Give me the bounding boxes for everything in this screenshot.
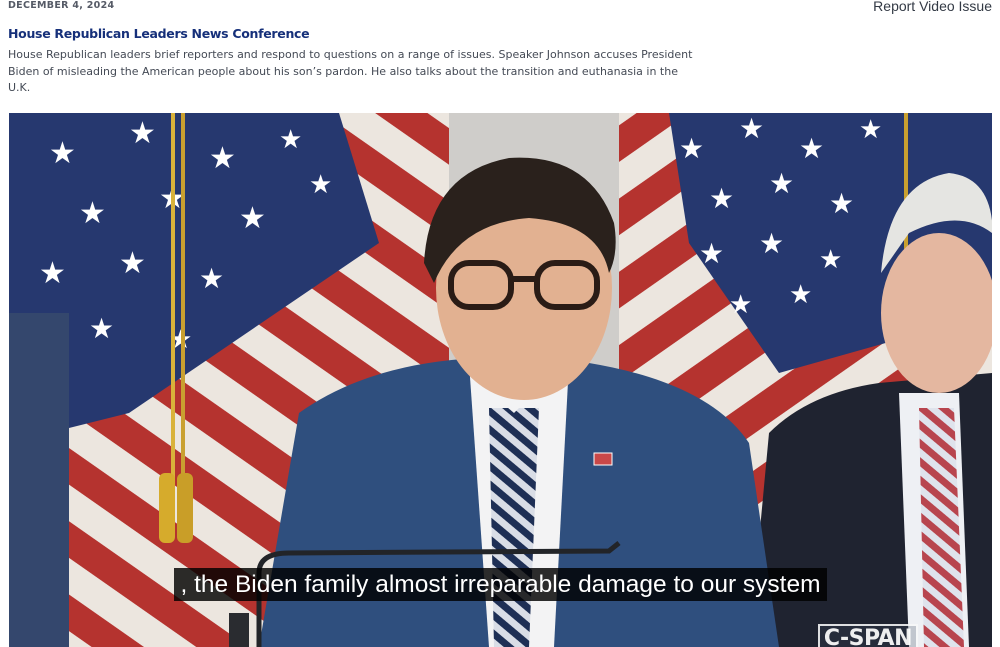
program-description: House Republican leaders brief reporters…: [8, 48, 693, 94]
cspan-logo: C-SPAN: [817, 624, 918, 647]
svg-text:★: ★: [129, 117, 156, 150]
svg-text:★: ★: [89, 313, 114, 344]
svg-text:★: ★: [49, 137, 76, 170]
video-player[interactable]: ★ ★ ★ ★ ★ ★ ★ ★ ★ ★ ★ ★ ★ ★ ★ ★ ★ ★ ★ ★ …: [9, 113, 992, 647]
svg-text:★: ★: [709, 183, 734, 214]
report-video-issue-link[interactable]: Report Video Issue: [873, 0, 992, 14]
svg-text:★: ★: [39, 257, 66, 290]
svg-text:★: ★: [199, 263, 224, 294]
svg-text:★: ★: [209, 142, 236, 175]
program-title[interactable]: House Republican Leaders News Conference: [8, 26, 310, 41]
svg-text:★: ★: [859, 114, 882, 144]
svg-text:★: ★: [309, 169, 332, 199]
svg-text:★: ★: [279, 124, 302, 154]
date-label: DECEMBER 4, 2024: [8, 0, 115, 11]
svg-text:★: ★: [759, 228, 784, 259]
video-frame: ★★ ★★ ★ ★ ★ ★ ★ ★ ★ ★ ★ ★ ★ ★ ★ ★ ★★ ★ ★…: [9, 113, 992, 647]
svg-text:★: ★: [799, 133, 824, 164]
svg-text:★: ★: [739, 113, 764, 144]
svg-text:★: ★: [239, 202, 266, 235]
svg-text:★: ★: [829, 188, 854, 219]
svg-text:★: ★: [789, 279, 812, 309]
svg-text:★: ★: [819, 244, 842, 274]
svg-text:★: ★: [769, 168, 794, 199]
svg-text:★: ★: [679, 133, 704, 164]
svg-text:★: ★: [119, 247, 146, 280]
svg-text:★: ★: [729, 289, 752, 319]
svg-text:★: ★: [79, 197, 106, 230]
svg-text:★: ★: [699, 238, 724, 269]
